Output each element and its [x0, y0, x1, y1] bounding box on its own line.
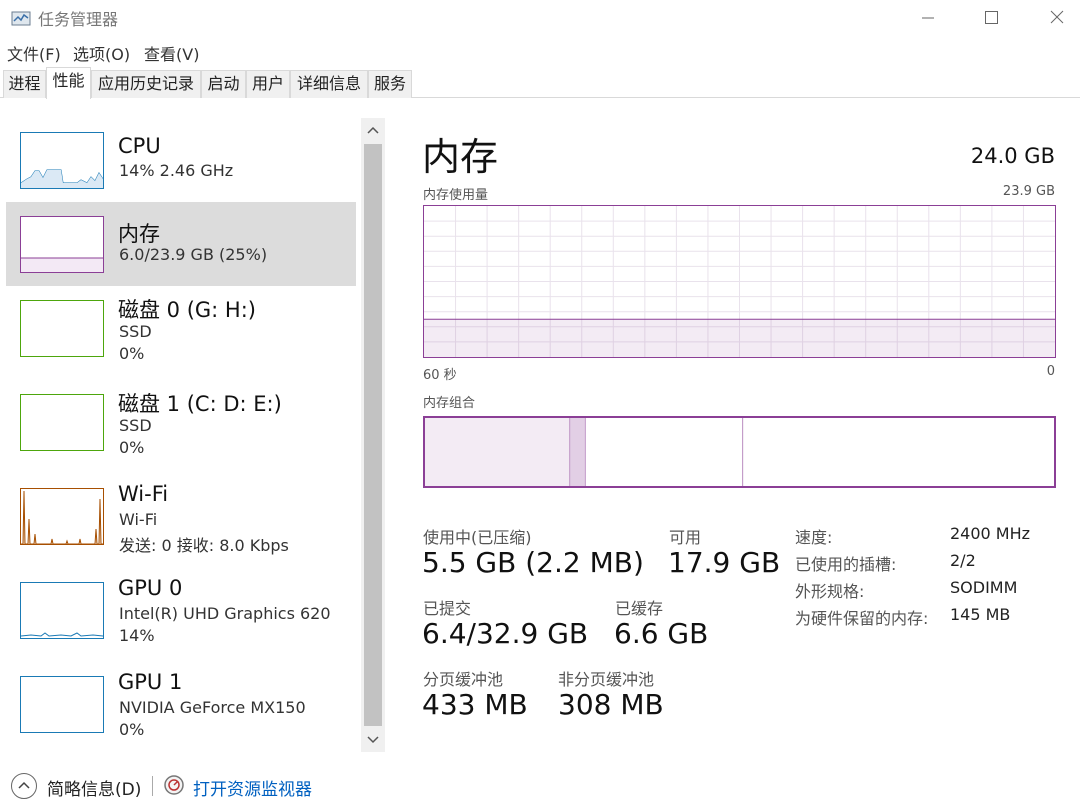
tab-startup[interactable]: 启动 [201, 70, 246, 98]
disk1-thumbnail [20, 394, 104, 451]
detail-title: 内存 [422, 135, 499, 179]
resource-value: 0% [119, 344, 145, 363]
resource-value: 发送: 0 接收: 8.0 Kbps [119, 536, 289, 555]
resource-detail: 6.0/23.9 GB (25%) [119, 245, 268, 264]
resource-item-gpu-1[interactable]: GPU 1 NVIDIA GeForce MX150 0% [6, 662, 356, 746]
disk0-thumbnail [20, 300, 104, 357]
maximize-button[interactable] [968, 0, 1014, 36]
resource-list-scrollbar[interactable] [361, 118, 385, 752]
menu-file[interactable]: 文件(F) [7, 41, 61, 65]
slots-key: 已使用的插槽: [795, 555, 897, 574]
fewer-details-button[interactable] [11, 773, 37, 799]
memory-composition-graph [423, 416, 1056, 488]
fewer-details-label[interactable]: 简略信息(D) [47, 775, 141, 800]
resource-value: 14% [119, 626, 155, 645]
resource-value: 0% [119, 720, 145, 739]
resource-monitor-icon[interactable] [163, 774, 185, 796]
tab-services[interactable]: 服务 [368, 70, 412, 98]
available-label: 可用 [669, 528, 702, 547]
resource-detail: Wi-Fi [119, 510, 158, 529]
footer: 简略信息(D) 打开资源监视器 [0, 768, 1080, 803]
hw-reserved-key: 为硬件保留的内存: [795, 609, 929, 628]
resource-name: 内存 [118, 222, 160, 246]
resource-detail: Intel(R) UHD Graphics 620 [119, 604, 331, 623]
resource-item-disk-0[interactable]: 磁盘 0 (G: H:) SSD 0% [6, 286, 356, 370]
title-bar: 任务管理器 [0, 0, 1080, 36]
hw-reserved-value: 145 MB [950, 605, 1011, 624]
detail-total: 24.0 GB [970, 144, 1055, 168]
resource-detail: NVIDIA GeForce MX150 [119, 698, 306, 717]
gpu0-thumbnail [20, 582, 104, 639]
menu-bar: 文件(F) 选项(O) 查看(V) [0, 38, 1080, 64]
resource-name: GPU 1 [118, 670, 183, 694]
available-value: 17.9 GB [668, 546, 781, 579]
form-factor-key: 外形规格: [795, 582, 865, 601]
composition-in-use [425, 418, 570, 486]
scroll-up-icon[interactable] [366, 124, 380, 138]
resource-detail: 14% 2.46 GHz [119, 161, 234, 180]
chevron-up-icon [18, 781, 30, 789]
resource-name: CPU [118, 134, 161, 158]
resource-item-disk-1[interactable]: 磁盘 1 (C: D: E:) SSD 0% [6, 380, 356, 464]
task-manager-icon [11, 11, 31, 26]
memory-composition-chart [425, 418, 744, 486]
time-axis-right: 0 [1046, 364, 1055, 379]
time-axis-left: 60 秒 [423, 368, 457, 383]
resource-name: 磁盘 1 (C: D: E:) [118, 392, 282, 416]
resource-item-memory[interactable]: 内存 6.0/23.9 GB (25%) [6, 202, 356, 286]
wifi-thumbnail [20, 488, 104, 545]
resource-item-gpu-0[interactable]: GPU 0 Intel(R) UHD Graphics 620 14% [6, 568, 356, 652]
cpu-sparkline [20, 169, 104, 188]
slots-value: 2/2 [950, 551, 976, 570]
form-factor-value: SODIMM [950, 578, 1018, 597]
tab-processes[interactable]: 进程 [3, 70, 46, 98]
usage-fill [424, 319, 1055, 357]
paged-pool-label: 分页缓冲池 [423, 670, 504, 689]
tab-users[interactable]: 用户 [246, 70, 290, 98]
cpu-thumbnail [20, 132, 104, 189]
paged-pool-value: 433 MB [422, 688, 528, 721]
resource-value: 0% [119, 438, 145, 457]
window-title: 任务管理器 [38, 10, 119, 29]
gpu1-thumbnail [20, 676, 104, 733]
resource-name: 磁盘 0 (G: H:) [118, 298, 256, 322]
menu-view[interactable]: 查看(V) [144, 41, 199, 65]
speed-key: 速度: [795, 528, 833, 547]
committed-value: 6.4/32.9 GB [422, 617, 589, 650]
composition-label: 内存组合 [423, 396, 476, 411]
tab-bar: 进程 性能 应用历史记录 启动 用户 详细信息 服务 [0, 67, 1080, 99]
resource-item-cpu[interactable]: CPU 14% 2.46 GHz [6, 118, 356, 202]
footer-divider [152, 776, 153, 796]
tab-app-history[interactable]: 应用历史记录 [91, 70, 201, 98]
close-button[interactable] [1034, 0, 1080, 36]
resource-list: CPU 14% 2.46 GHz 内存 6.0/23.9 GB (25%) 磁盘… [0, 112, 360, 752]
composition-modified [569, 418, 586, 486]
in-use-label: 使用中(已压缩) [423, 528, 532, 547]
menu-options[interactable]: 选项(O) [73, 41, 130, 65]
tab-performance[interactable]: 性能 [46, 67, 91, 99]
cached-value: 6.6 GB [614, 617, 709, 650]
tab-details[interactable]: 详细信息 [290, 70, 368, 98]
nonpaged-pool-label: 非分页缓冲池 [558, 670, 655, 689]
in-use-value: 5.5 GB (2.2 MB) [422, 546, 644, 579]
resource-name: Wi-Fi [118, 482, 169, 506]
minimize-button[interactable] [905, 0, 951, 36]
memory-usage-chart [424, 206, 1055, 357]
cached-label: 已缓存 [615, 599, 664, 618]
speed-value: 2400 MHz [950, 524, 1031, 543]
resource-detail: SSD [119, 322, 152, 341]
nonpaged-pool-value: 308 MB [558, 688, 664, 721]
resource-name: GPU 0 [118, 576, 183, 600]
scroll-down-icon[interactable] [366, 732, 380, 746]
resource-item-wifi[interactable]: Wi-Fi Wi-Fi 发送: 0 接收: 8.0 Kbps [6, 474, 356, 558]
scroll-thumb[interactable] [364, 144, 382, 726]
memory-thumbnail [20, 216, 104, 273]
committed-label: 已提交 [423, 599, 472, 618]
usage-graph-label: 内存使用量 [423, 188, 489, 203]
memory-usage-graph [423, 205, 1056, 358]
open-resource-monitor-link[interactable]: 打开资源监视器 [193, 775, 312, 800]
usage-graph-max: 23.9 GB [1002, 184, 1055, 199]
resource-detail: SSD [119, 416, 152, 435]
